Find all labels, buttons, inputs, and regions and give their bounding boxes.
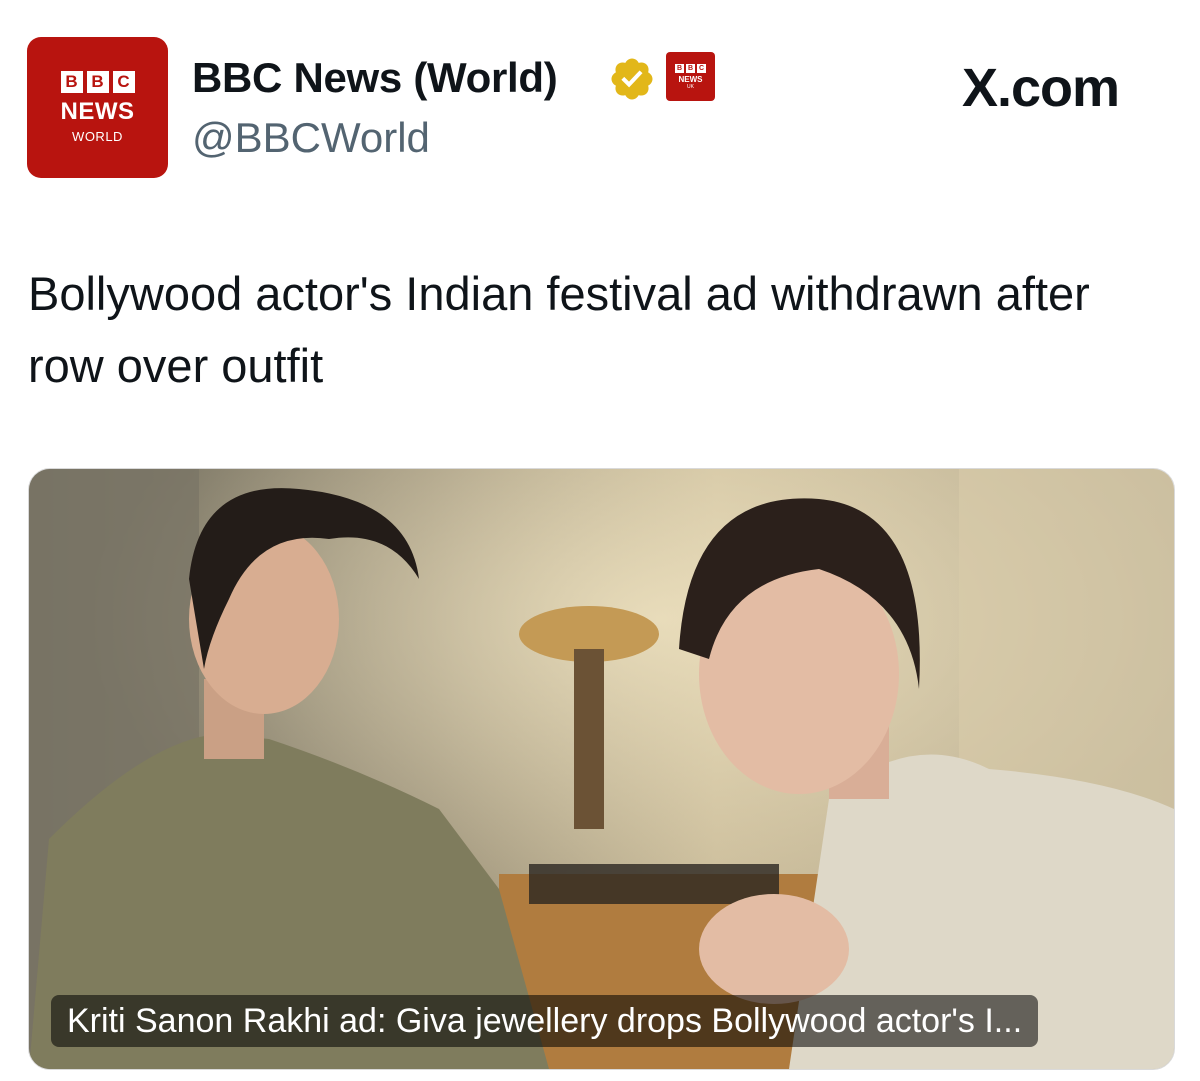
verified-badge-icon	[611, 58, 653, 100]
account-handle[interactable]: @BBCWorld	[192, 112, 430, 164]
bbc-news-uk-affiliate-badge[interactable]: B B C NEWS UK	[666, 52, 715, 101]
avatar-world-text: WORLD	[72, 129, 123, 144]
bbc-logo-blocks: B B C	[60, 71, 135, 93]
affiliate-uk-text: UK	[687, 83, 694, 90]
link-preview-card[interactable]: Kriti Sanon Rakhi ad: Giva jewellery dro…	[28, 468, 1175, 1070]
post-text: Bollywood actor's Indian festival ad wit…	[28, 267, 1090, 392]
link-card-caption: Kriti Sanon Rakhi ad: Giva jewellery dro…	[51, 995, 1039, 1047]
bbc-block-b1: B	[60, 71, 83, 93]
account-display-name[interactable]: BBC News (World)	[192, 52, 558, 104]
article-photo	[29, 469, 1174, 1069]
bbc-news-world-avatar[interactable]: B B C NEWS WORLD	[27, 37, 168, 178]
affiliate-block-c: C	[697, 63, 706, 73]
avatar-news-text: NEWS	[60, 98, 135, 125]
affiliate-logo-blocks: B B C	[675, 63, 706, 73]
affiliate-block-b1: B	[675, 63, 684, 73]
affiliate-news-text: NEWS	[678, 74, 703, 84]
bbc-block-c: C	[112, 71, 135, 93]
bbc-block-b2: B	[86, 71, 109, 93]
source-watermark: X.com	[962, 58, 1120, 118]
affiliate-block-b2: B	[686, 63, 695, 73]
